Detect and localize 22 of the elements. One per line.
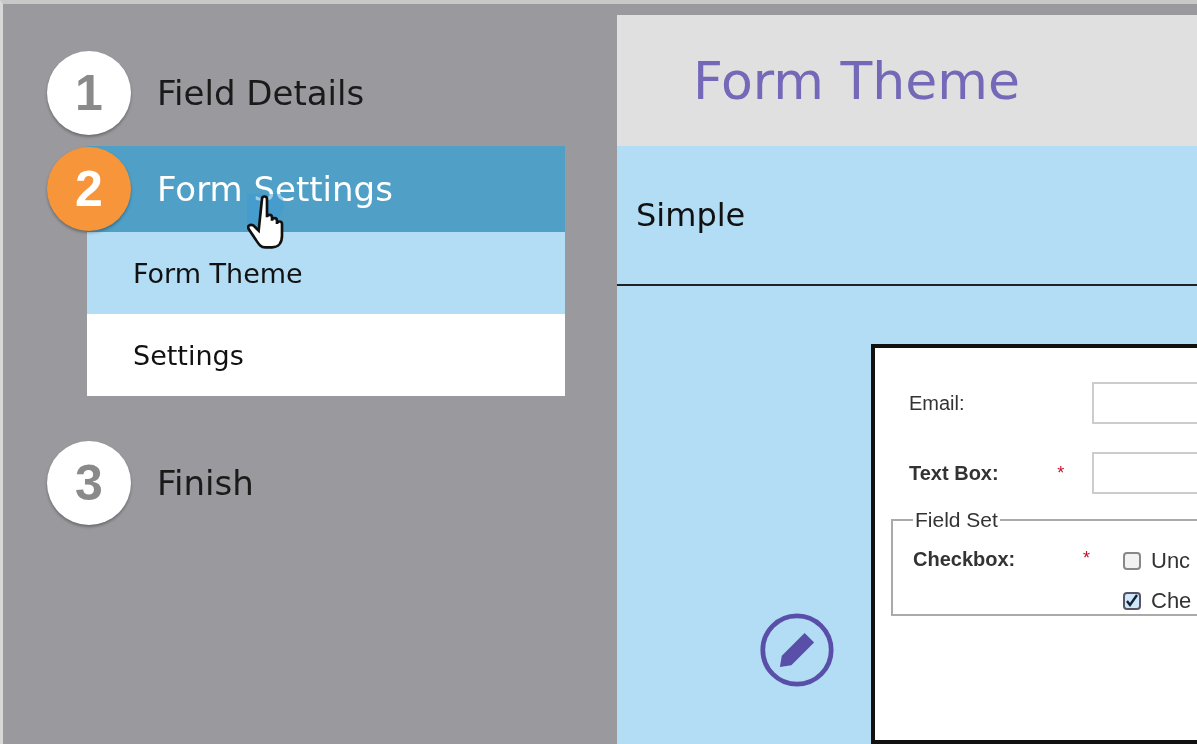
step-number-badge: 1 <box>47 51 131 135</box>
step-item[interactable]: Finish <box>131 440 254 526</box>
checkbox[interactable] <box>1123 592 1141 610</box>
step-number-badge: 2 <box>47 147 131 231</box>
checkbox-label: Unc <box>1151 548 1191 574</box>
step-item[interactable]: Field Details <box>131 50 365 136</box>
required-asterisk: * <box>1057 462 1065 483</box>
theme-name: Simple <box>617 146 1197 286</box>
fieldset-legend: Field Set <box>913 508 1000 532</box>
pencil-icon[interactable] <box>759 612 835 688</box>
field-label: Checkbox: <box>913 548 1017 571</box>
submenu-item[interactable]: Settings <box>87 314 565 396</box>
submenu-item[interactable]: Form Theme <box>87 232 565 314</box>
checkbox-label: Che <box>1151 588 1192 614</box>
text-input-field[interactable] <box>1092 382 1197 424</box>
field-label: Email: <box>909 391 966 415</box>
step-number-badge: 3 <box>47 441 131 525</box>
page-title: Form Theme <box>693 50 1020 111</box>
text-input-field[interactable] <box>1092 452 1197 494</box>
checkbox[interactable] <box>1123 552 1141 570</box>
required-asterisk: * <box>1083 548 1090 568</box>
field-label: Text Box: <box>909 461 1000 485</box>
